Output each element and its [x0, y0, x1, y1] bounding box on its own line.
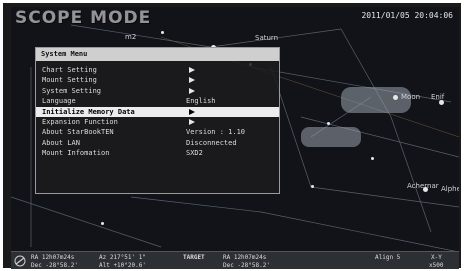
sky-label-achernar: Achernar	[407, 182, 439, 190]
star	[393, 95, 398, 100]
menu-item-expansion-function[interactable]: Expansion Function	[36, 117, 279, 127]
menu-item-label: System Setting	[42, 86, 102, 95]
status-zoom-mode: X-Y	[431, 254, 442, 261]
sky-label-enif: Enif	[431, 93, 445, 101]
menu-item-label: About StarBookTEN	[42, 128, 114, 137]
menu-item-label: Language	[42, 97, 76, 106]
status-dec: Dec -28°58.2'	[31, 262, 78, 269]
menu-item-initialize-memory-data[interactable]: Initialize Memory Data	[36, 106, 279, 117]
status-target-dec: Dec -28°58.2'	[223, 262, 270, 269]
mode-title: SCOPE MODE	[15, 8, 152, 28]
sky-label-saturn: Saturn	[255, 34, 279, 42]
submenu-arrow-icon	[189, 108, 195, 115]
status-az: Az 217°51' 1"	[99, 254, 146, 261]
status-align: Align 5	[375, 254, 401, 261]
menu-item-label: About LAN	[42, 138, 80, 147]
sky-label-moon: Moon	[401, 93, 421, 101]
menu-item-label: Mount Setting	[42, 76, 97, 85]
star	[161, 31, 164, 34]
menu-item-label: Chart Setting	[42, 66, 97, 74]
star	[327, 122, 330, 125]
menu-item-value: Disconnected	[186, 138, 237, 147]
telescope-icon	[14, 255, 26, 267]
date-time: 2011/01/05 20:04:06	[361, 11, 453, 20]
submenu-arrow-icon	[189, 77, 195, 84]
star	[371, 157, 374, 160]
status-target-ra: RA 12h07m24s	[223, 254, 267, 261]
submenu-arrow-icon	[189, 67, 195, 73]
menu-item-language[interactable]: Language English	[36, 96, 279, 106]
menu-item-about-lan[interactable]: About LAN Disconnected	[36, 138, 279, 148]
status-alt: Alt +10°20.6'	[99, 262, 146, 269]
menu-item-value: English	[186, 97, 216, 106]
submenu-arrow-icon	[189, 118, 195, 125]
star	[101, 222, 104, 225]
menu-item-system-setting[interactable]: System Setting	[36, 86, 279, 96]
menu-item-about-starbookten[interactable]: About StarBookTEN Version : 1.10	[36, 127, 279, 137]
menu-item-value: SXD2	[186, 149, 203, 158]
menu-item-label: Initialize Memory Data	[42, 107, 135, 116]
menu-item-chart-setting[interactable]: Chart Setting	[36, 65, 279, 75]
menu-item-label: Mount Infomation	[42, 149, 110, 158]
status-zoom-level: x500	[429, 262, 444, 269]
submenu-arrow-icon	[189, 87, 195, 94]
menu-item-label: Expansion Function	[42, 117, 118, 126]
system-menu-list: Chart Setting Mount Setting System Setting…	[36, 61, 279, 159]
menu-item-mount-setting[interactable]: Mount Setting	[36, 75, 279, 85]
star	[311, 185, 314, 188]
menu-item-value: Version : 1.10	[186, 128, 246, 137]
system-menu-title: System Menu	[36, 48, 279, 61]
device-bezel: m2 Saturn Moon Enif Alpheratz Achernar S…	[0, 0, 464, 271]
status-target-label: TARGET	[183, 254, 205, 261]
scope-screen: m2 Saturn Moon Enif Alpheratz Achernar S…	[11, 7, 459, 269]
sky-label-m2: m2	[125, 33, 137, 41]
menu-item-mount-infomation[interactable]: Mount Infomation SXD2	[36, 148, 279, 158]
system-menu: System Menu Chart Setting Mount Setting Sy…	[35, 47, 280, 194]
status-bar: RA 12h07m24s Dec -28°58.2' Az 217°51' 1"…	[11, 251, 459, 269]
sky-label-alpheratz: Alpheratz	[441, 185, 459, 193]
status-ra: RA 12h07m24s	[31, 254, 75, 261]
